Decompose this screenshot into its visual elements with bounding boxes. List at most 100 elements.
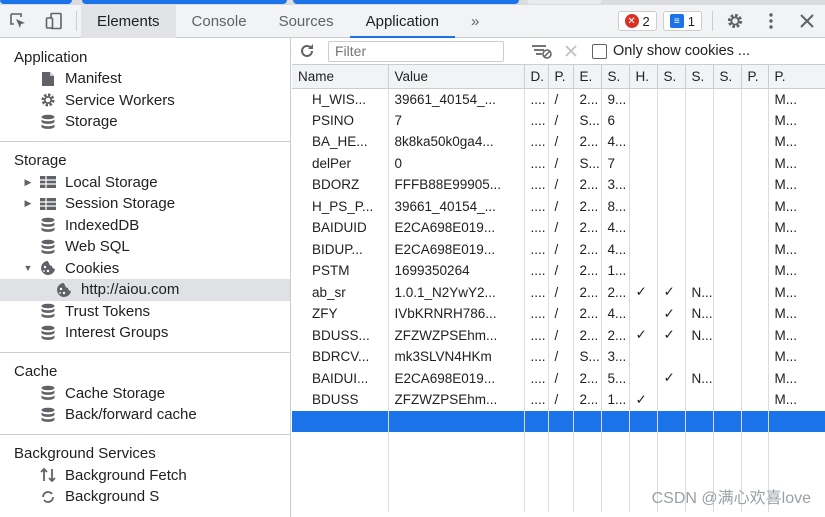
- column-header-col-6[interactable]: H.: [629, 65, 658, 89]
- device-toolbar-icon[interactable]: [36, 5, 72, 38]
- column-header-col-8[interactable]: S.: [685, 65, 714, 89]
- tab-sources[interactable]: Sources: [263, 5, 350, 38]
- expand-right-arrow-icon[interactable]: ▶: [22, 198, 34, 209]
- expand-right-arrow-icon[interactable]: ▶: [22, 177, 34, 188]
- table-cell: [685, 260, 714, 282]
- close-icon[interactable]: [789, 5, 825, 38]
- column-header-col-9[interactable]: S.: [713, 65, 742, 89]
- tab-elements[interactable]: Elements: [81, 4, 176, 38]
- table-cell: [685, 174, 714, 196]
- column-header-col-2[interactable]: D.: [524, 65, 549, 89]
- table-cell: delPer: [292, 152, 389, 174]
- table-row[interactable]: BAIDUID E2CA698E019......./2... 4... M...: [292, 217, 825, 239]
- table-row[interactable]: BDUSS... ZFZWZPSEhm......./2... 2... ✓ ✓ N...…: [292, 324, 825, 346]
- table-cell: 2...: [573, 303, 602, 325]
- table-cell: [713, 260, 742, 282]
- section-title-cache: Cache: [14, 363, 58, 380]
- errors-badge[interactable]: ✕ 2: [617, 11, 657, 31]
- messages-count: 1: [687, 13, 695, 29]
- column-header-col-5[interactable]: S.: [601, 65, 630, 89]
- gear-icon[interactable]: [717, 5, 753, 38]
- sidebar-item-session-storage[interactable]: ▶ Session Storage: [0, 193, 290, 215]
- section-title-background-services: Background Services: [14, 445, 156, 462]
- filter-input[interactable]: [328, 40, 504, 62]
- errors-count: 2: [642, 13, 650, 29]
- table-row[interactable]: BAIDUI... E2CA698E019......./2... 5... ✓ N..…: [292, 367, 825, 389]
- sidebar-item-web-sql[interactable]: Web SQL: [0, 236, 290, 258]
- column-header-col-7[interactable]: S.: [657, 65, 686, 89]
- messages-badge[interactable]: ≡ 1: [662, 11, 702, 31]
- table-cell: [713, 410, 742, 432]
- table-cell: ....: [524, 238, 549, 260]
- sidebar-item-background-s[interactable]: Background S: [0, 486, 290, 508]
- sidebar-item-storage[interactable]: Storage: [0, 111, 290, 133]
- sidebar-item-background-fetch[interactable]: Background Fetch: [0, 465, 290, 487]
- table-cell: [629, 88, 658, 110]
- table-cell: 2...: [601, 324, 630, 346]
- table-row[interactable]: H_PS_P... 39661_40154_......./2... 8... M..…: [292, 195, 825, 217]
- delete-selected-icon[interactable]: [556, 38, 586, 65]
- column-header-col-10[interactable]: P.: [741, 65, 769, 89]
- column-header-col-3[interactable]: P.: [548, 65, 574, 89]
- table-cell: 2...: [601, 281, 630, 303]
- sidebar-item-manifest[interactable]: Manifest: [0, 68, 290, 90]
- sidebar-item-cookies[interactable]: ▼ Cookies: [0, 258, 290, 280]
- table-row[interactable]: H_WIS... 39661_40154_......./2... 9... M...: [292, 88, 825, 110]
- table-cell: [741, 195, 769, 217]
- more-tabs-button[interactable]: »: [455, 5, 495, 38]
- table-row[interactable]: ab_sr 1.0.1_N2YwY2......./2... 2... ✓ ✓ N... M…: [292, 281, 825, 303]
- sidebar-item-back-forward-cache[interactable]: Back/forward cache: [0, 404, 290, 426]
- table-row[interactable]: BDORZ FFFB88E99905......./2... 3... M...: [292, 174, 825, 196]
- column-header-col-11[interactable]: P.: [768, 65, 825, 89]
- table-cell: 1...: [601, 389, 630, 411]
- expand-down-arrow-icon[interactable]: ▼: [22, 263, 34, 273]
- refresh-icon[interactable]: [292, 38, 322, 65]
- sidebar-item-service-workers[interactable]: Service Workers: [0, 90, 290, 112]
- table-cell: M...: [768, 346, 825, 368]
- table-cell: [685, 389, 714, 411]
- table-row[interactable]: ZFY IVbKRNRH786......./2... 4... ✓ N... M...: [292, 303, 825, 325]
- table-cell: /: [548, 109, 574, 131]
- table-cell: H_WIS...: [292, 88, 389, 110]
- table-cell: [713, 346, 742, 368]
- inspect-element-icon[interactable]: [0, 5, 36, 38]
- table-cell: 3...: [601, 174, 630, 196]
- kebab-menu-icon[interactable]: [753, 5, 789, 38]
- tab-console[interactable]: Console: [176, 5, 263, 38]
- table-row[interactable]: PSINO 7.... / S... 6 M...: [292, 109, 825, 131]
- table-cell: E2CA698E019...: [388, 238, 525, 260]
- column-header-value[interactable]: Value: [388, 65, 525, 89]
- message-icon: ≡: [669, 14, 684, 28]
- table-cell: [685, 88, 714, 110]
- table-row[interactable]: PSTM 1699350264..../2... 1... M...: [292, 260, 825, 282]
- table-row[interactable]: BDRCV... mk3SLVN4HKm.... / S... 3... M...: [292, 346, 825, 368]
- new-cookie-row[interactable]: [292, 410, 825, 432]
- sidebar-item-indexeddb[interactable]: IndexedDB: [0, 215, 290, 237]
- sidebar-item-label: Cookies: [65, 259, 120, 277]
- table-cell: [741, 260, 769, 282]
- sidebar-item-http-aiou-com[interactable]: http://aiou.com: [0, 279, 290, 301]
- table-cell: /: [548, 367, 574, 389]
- table-row[interactable]: BIDUP... E2CA698E019......./2... 4... M...: [292, 238, 825, 260]
- table-row[interactable]: BDUSS ZFZWZPSEhm......./2... 1... ✓ M...: [292, 389, 825, 411]
- table-row[interactable]: BA_HE... 8k8ka50k0ga4......./2... 4... M...: [292, 131, 825, 153]
- table-cell: [629, 346, 658, 368]
- table-cell: [657, 260, 686, 282]
- table-cell: [548, 432, 574, 512]
- sidebar-item-interest-groups[interactable]: Interest Groups: [0, 322, 290, 344]
- table-row[interactable]: delPer 0.... / S... 7 M...: [292, 152, 825, 174]
- sidebar-item-cache-storage[interactable]: Cache Storage: [0, 383, 290, 405]
- clear-filtered-cookies-icon[interactable]: [526, 38, 556, 65]
- arrows-icon: [38, 467, 58, 483]
- sidebar-item-trust-tokens[interactable]: Trust Tokens: [0, 301, 290, 323]
- tab-application[interactable]: Application: [349, 5, 456, 38]
- database-icon: [38, 239, 58, 255]
- column-header-col-4[interactable]: E.: [573, 65, 602, 89]
- only-show-issues-checkbox[interactable]: [592, 43, 607, 59]
- sidebar-item-label: Cache Storage: [65, 384, 166, 402]
- table-cell: [657, 131, 686, 153]
- sidebar-item-local-storage[interactable]: ▶ Local Storage: [0, 172, 290, 194]
- table-cell: BIDUP...: [292, 238, 389, 260]
- column-header-name[interactable]: Name: [292, 65, 389, 89]
- table-cell: [713, 131, 742, 153]
